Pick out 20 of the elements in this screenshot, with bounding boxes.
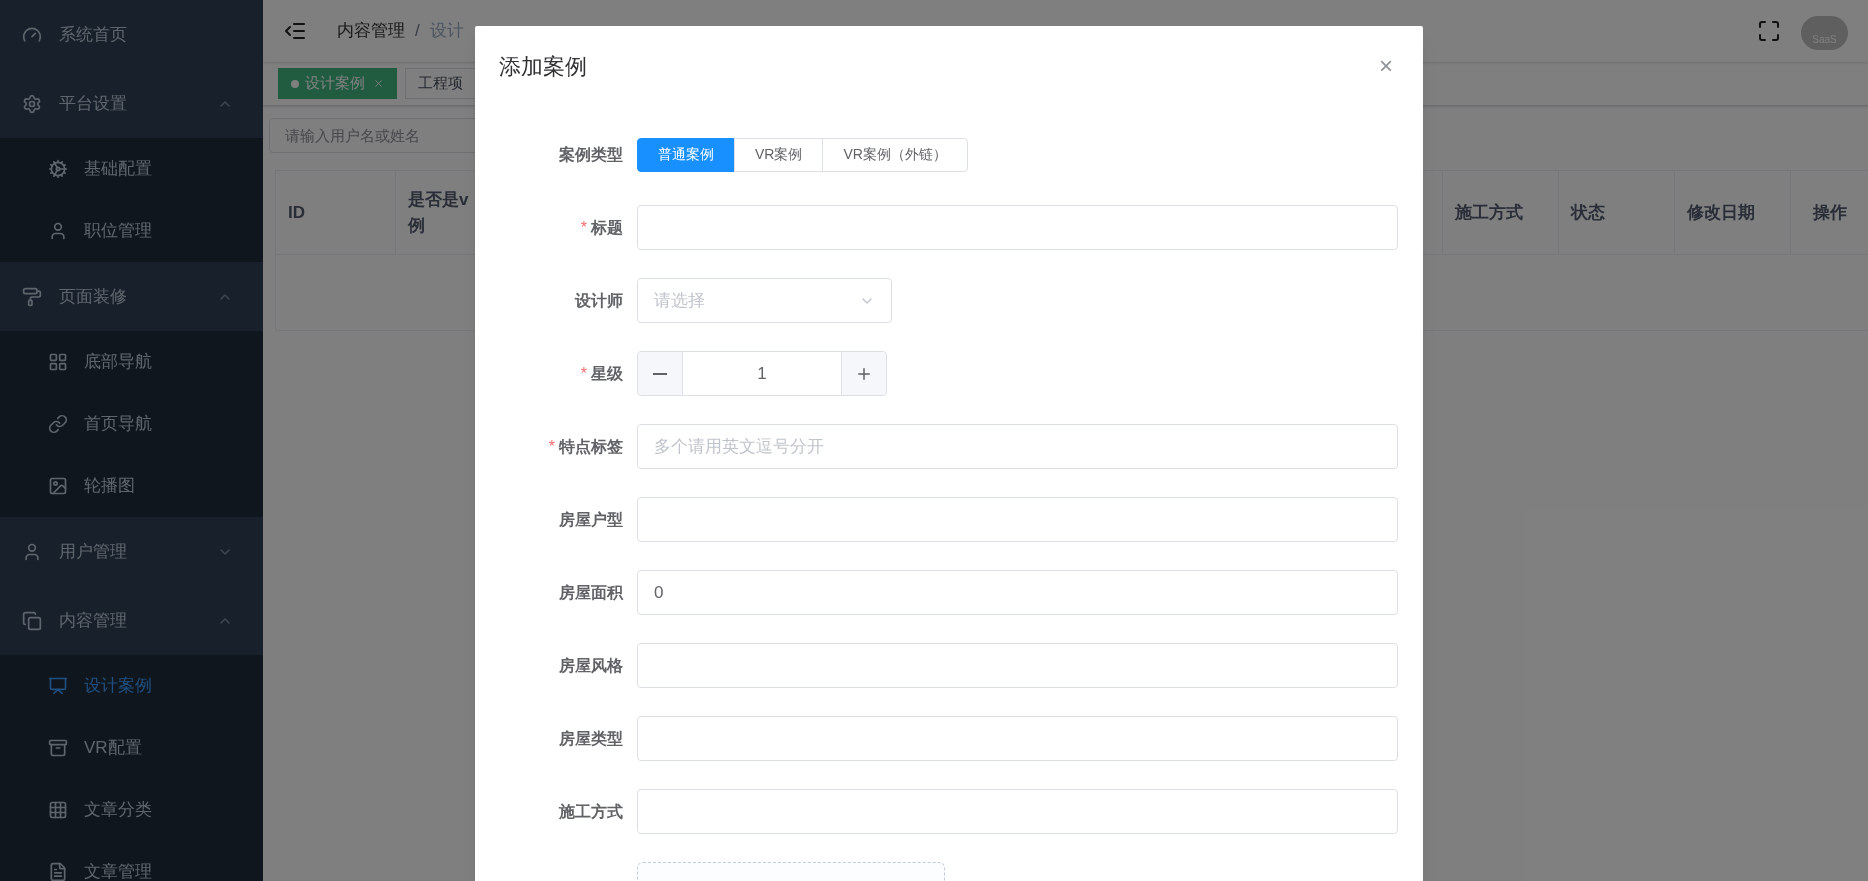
breadcrumb-separator: / xyxy=(415,20,420,43)
field-label: 案例类型 xyxy=(559,144,623,165)
table-header-cell: ID xyxy=(276,171,396,254)
field-label: 设计师 xyxy=(575,290,623,311)
table-header-cell-text: 操作 xyxy=(1811,201,1848,224)
field-label: 特点标签 xyxy=(559,436,623,457)
field-label: 房屋风格 xyxy=(559,655,623,676)
field-label: 施工方式 xyxy=(559,801,623,822)
required-asterisk: * xyxy=(548,436,555,457)
dialog-title: 添加案例 xyxy=(499,52,588,81)
required-asterisk: * xyxy=(580,363,587,384)
required-asterisk: * xyxy=(580,217,587,238)
field-label: 房屋面积 xyxy=(559,582,623,603)
table-header-cell: 施工方式 xyxy=(1443,171,1559,254)
table-header-cell: 状态 xyxy=(1559,171,1675,254)
table-header-cell: 修改日期 xyxy=(1675,171,1791,254)
field-label: 星级 xyxy=(591,363,623,384)
field-label: 房屋户型 xyxy=(559,509,623,530)
field-label: 标题 xyxy=(591,217,623,238)
field-label: 房屋类型 xyxy=(559,728,623,749)
